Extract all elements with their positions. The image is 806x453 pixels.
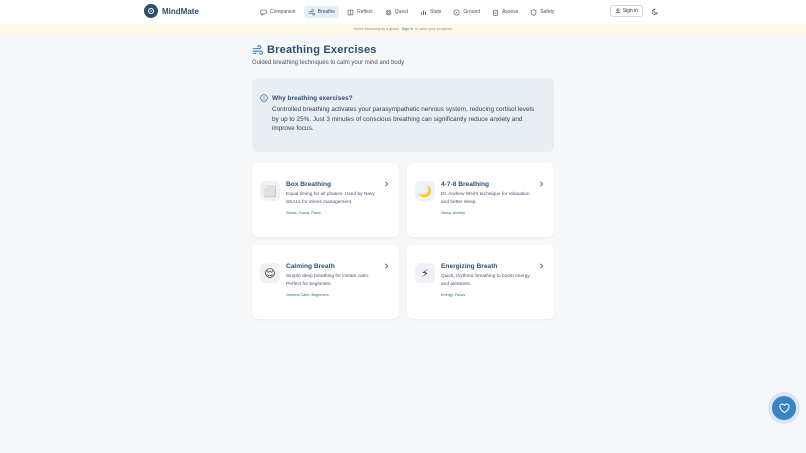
exercise-card-calming-breath[interactable]: 😌 Calming Breath Simple deep breathing f… — [252, 245, 399, 319]
chevron-right-icon — [540, 181, 544, 187]
exercise-card-energizing-breath[interactable]: ⚡ Energizing Breath Quick, rhythmic brea… — [407, 245, 554, 319]
brand[interactable]: MindMate — [144, 4, 199, 18]
lightning-icon: ⚡ — [415, 263, 435, 283]
nav-stats[interactable]: Stats — [416, 6, 445, 18]
top-navigation: MindMate Companion Breathe Reflect Quest… — [0, 0, 806, 24]
exercise-description: Dr. Andrew Weil's technique for relaxati… — [441, 192, 530, 205]
page-subtitle: Guided breathing techniques to calm your… — [252, 60, 405, 66]
chevron-right-icon — [385, 263, 389, 269]
brain-logo-icon — [144, 4, 158, 18]
nav-safety[interactable]: Safety — [526, 6, 558, 18]
book-icon — [347, 9, 354, 15]
nav-assess[interactable]: Assess — [488, 6, 522, 18]
exercise-tags: Sleep, Anxiety — [441, 211, 466, 216]
exercise-description: Simple deep breathing for instant calm. … — [286, 274, 370, 287]
app-name: MindMate — [162, 6, 199, 16]
banner-suffix: to save your progress. — [415, 27, 453, 31]
nav-ground[interactable]: Ground — [449, 6, 484, 18]
nav-reflect[interactable]: Reflect — [343, 6, 377, 18]
chevron-right-icon — [385, 181, 389, 187]
nav-label: Companion — [270, 9, 296, 15]
banner-prefix: You're browsing as a guest. — [353, 27, 400, 31]
nav-label: Ground — [463, 9, 481, 15]
sign-in-button[interactable]: Sign in — [609, 5, 643, 17]
nav-breathe[interactable]: Breathe — [303, 6, 340, 18]
target-icon — [385, 9, 391, 15]
shield-icon — [530, 8, 537, 16]
nav-label: Assess — [502, 9, 519, 15]
nav-quest[interactable]: Quest — [381, 6, 412, 18]
page-header: Breathing Exercises Guided breathing tec… — [252, 44, 404, 66]
page-title: Breathing Exercises — [267, 44, 377, 56]
nav-label: Safety — [540, 9, 555, 15]
nav-label: Reflect — [357, 9, 373, 15]
moon-icon: 🌙 — [415, 181, 435, 201]
wind-icon — [252, 44, 263, 55]
chat-icon — [260, 9, 267, 16]
chevron-right-icon — [540, 263, 544, 269]
exercise-card-box-breathing[interactable]: ⬜ Box Breathing Equal timing for all pha… — [252, 163, 399, 237]
exercise-description: Quick, rhythmic breathing to boost energ… — [441, 274, 530, 287]
exercise-tags: General Calm, Beginners — [286, 293, 329, 298]
exercise-tags: Energy, Focus — [441, 293, 466, 298]
chart-icon — [420, 9, 427, 15]
header-tools: Sign in — [609, 5, 661, 17]
exercise-title: Calming Breath — [286, 263, 335, 270]
exercise-title: 4-7-8 Breathing — [441, 181, 489, 188]
nav-label: Quest — [394, 9, 408, 15]
exercise-card-478-breathing[interactable]: 🌙 4-7-8 Breathing Dr. Andrew Weil's tech… — [407, 163, 554, 237]
guest-banner: You're browsing as a guest. Sign in to s… — [0, 24, 806, 34]
info-card: Why breathing exercises? Controlled brea… — [252, 78, 554, 152]
wind-icon — [308, 8, 315, 15]
support-button[interactable] — [772, 396, 796, 420]
banner-sign-in-link[interactable]: Sign in — [402, 27, 414, 31]
exercise-title: Energizing Breath — [441, 263, 498, 270]
nav-label: Breathe — [317, 9, 336, 15]
compass-icon — [453, 9, 460, 15]
exercise-description: Equal timing for all phases. Used by Nav… — [286, 192, 375, 205]
clipboard-icon — [493, 9, 499, 16]
exercise-tags: Stress, Focus, Panic — [286, 211, 321, 216]
moon-icon — [651, 8, 658, 15]
info-icon — [260, 94, 268, 102]
heart-icon — [778, 403, 790, 413]
nav-companion[interactable]: Companion — [256, 6, 300, 18]
relieved-face-icon: 😌 — [260, 263, 280, 283]
main-nav: Companion Breathe Reflect Quest Stats Gr… — [256, 6, 558, 18]
info-title: Why breathing exercises? — [272, 94, 353, 102]
sign-in-label: Sign in — [622, 8, 638, 14]
info-text: Controlled breathing activates your para… — [272, 106, 535, 133]
theme-toggle-button[interactable] — [649, 5, 661, 17]
exercise-title: Box Breathing — [286, 181, 332, 188]
user-icon — [615, 8, 621, 14]
nav-label: Stats — [430, 9, 442, 15]
square-icon: ⬜ — [260, 181, 280, 201]
